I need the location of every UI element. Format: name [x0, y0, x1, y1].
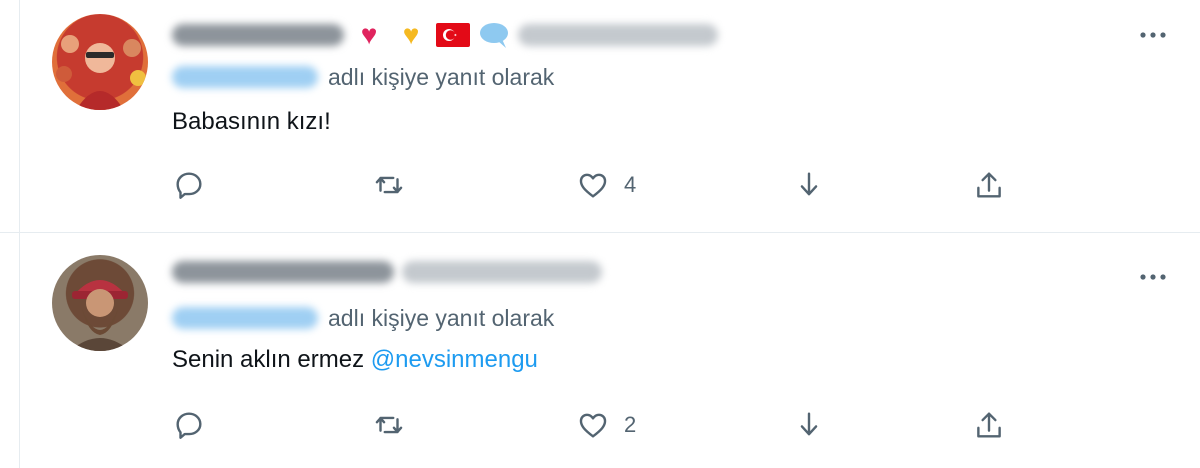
- upload-button[interactable]: [972, 405, 1006, 445]
- retweet-button[interactable]: [372, 165, 406, 205]
- reply-prefix: adlı kişiye yanıt olarak: [328, 304, 555, 331]
- tweet-header: [172, 255, 602, 289]
- avatar[interactable]: [52, 255, 148, 351]
- like-icon: [579, 413, 607, 438]
- divider: [19, 233, 20, 468]
- replied-user-mention[interactable]: [172, 66, 318, 88]
- like-icon: [579, 173, 607, 198]
- tweet[interactable]: ♥ ♥ adlı kişiye yanıt olarak Babasının k…: [0, 0, 1200, 233]
- avatar[interactable]: [52, 14, 148, 110]
- like-count: 2: [624, 412, 637, 437]
- tweet-text: Babasının kızı!: [172, 108, 331, 136]
- tweet-text-body: Senin aklın ermez: [172, 346, 365, 373]
- red-heart-icon: ♥: [360, 19, 378, 50]
- like-count: 4: [624, 172, 637, 197]
- share-button[interactable]: [792, 405, 826, 445]
- share-button[interactable]: [792, 165, 826, 205]
- reply-button[interactable]: [172, 405, 206, 445]
- tweet[interactable]: adlı kişiye yanıt olarak Senin aklın erm…: [0, 233, 1200, 468]
- share-icon: [800, 172, 818, 196]
- like-button[interactable]: 4: [576, 165, 636, 205]
- upload-button[interactable]: [972, 165, 1006, 205]
- reply-context: adlı kişiye yanıt olarak: [172, 62, 554, 92]
- reply-button[interactable]: [172, 165, 206, 205]
- turkish-flag-icon: [436, 23, 470, 47]
- replied-user-mention[interactable]: [172, 307, 318, 329]
- upload-icon: [977, 172, 1001, 198]
- reply-icon: [176, 172, 202, 199]
- more-icon[interactable]: [1136, 25, 1170, 45]
- handle-and-time[interactable]: [402, 261, 602, 283]
- tweet-actions: 2: [172, 405, 1032, 445]
- retweet-button[interactable]: [372, 405, 406, 445]
- handle-and-time[interactable]: [518, 24, 718, 46]
- speech-bubble-icon: [480, 23, 508, 48]
- yellow-heart-icon: ♥: [402, 19, 420, 50]
- retweet-icon: [375, 176, 403, 194]
- display-name[interactable]: [172, 261, 394, 283]
- tweet-text: Senin aklın ermez @nevsinmengu: [172, 346, 538, 374]
- tweet-header: ♥ ♥: [172, 18, 718, 52]
- reply-context: adlı kişiye yanıt olarak: [172, 303, 554, 333]
- more-icon[interactable]: [1136, 267, 1170, 287]
- like-button[interactable]: 2: [576, 405, 636, 445]
- mention-link[interactable]: @nevsinmengu: [371, 346, 538, 373]
- share-icon: [800, 412, 818, 436]
- tweet-text-body: Babasının kızı!: [172, 108, 331, 135]
- reply-prefix: adlı kişiye yanıt olarak: [328, 63, 555, 90]
- retweet-icon: [375, 416, 403, 434]
- divider: [19, 0, 20, 232]
- display-name[interactable]: [172, 24, 344, 46]
- reply-icon: [176, 412, 202, 439]
- upload-icon: [977, 412, 1001, 438]
- tweet-actions: 4: [172, 165, 1032, 205]
